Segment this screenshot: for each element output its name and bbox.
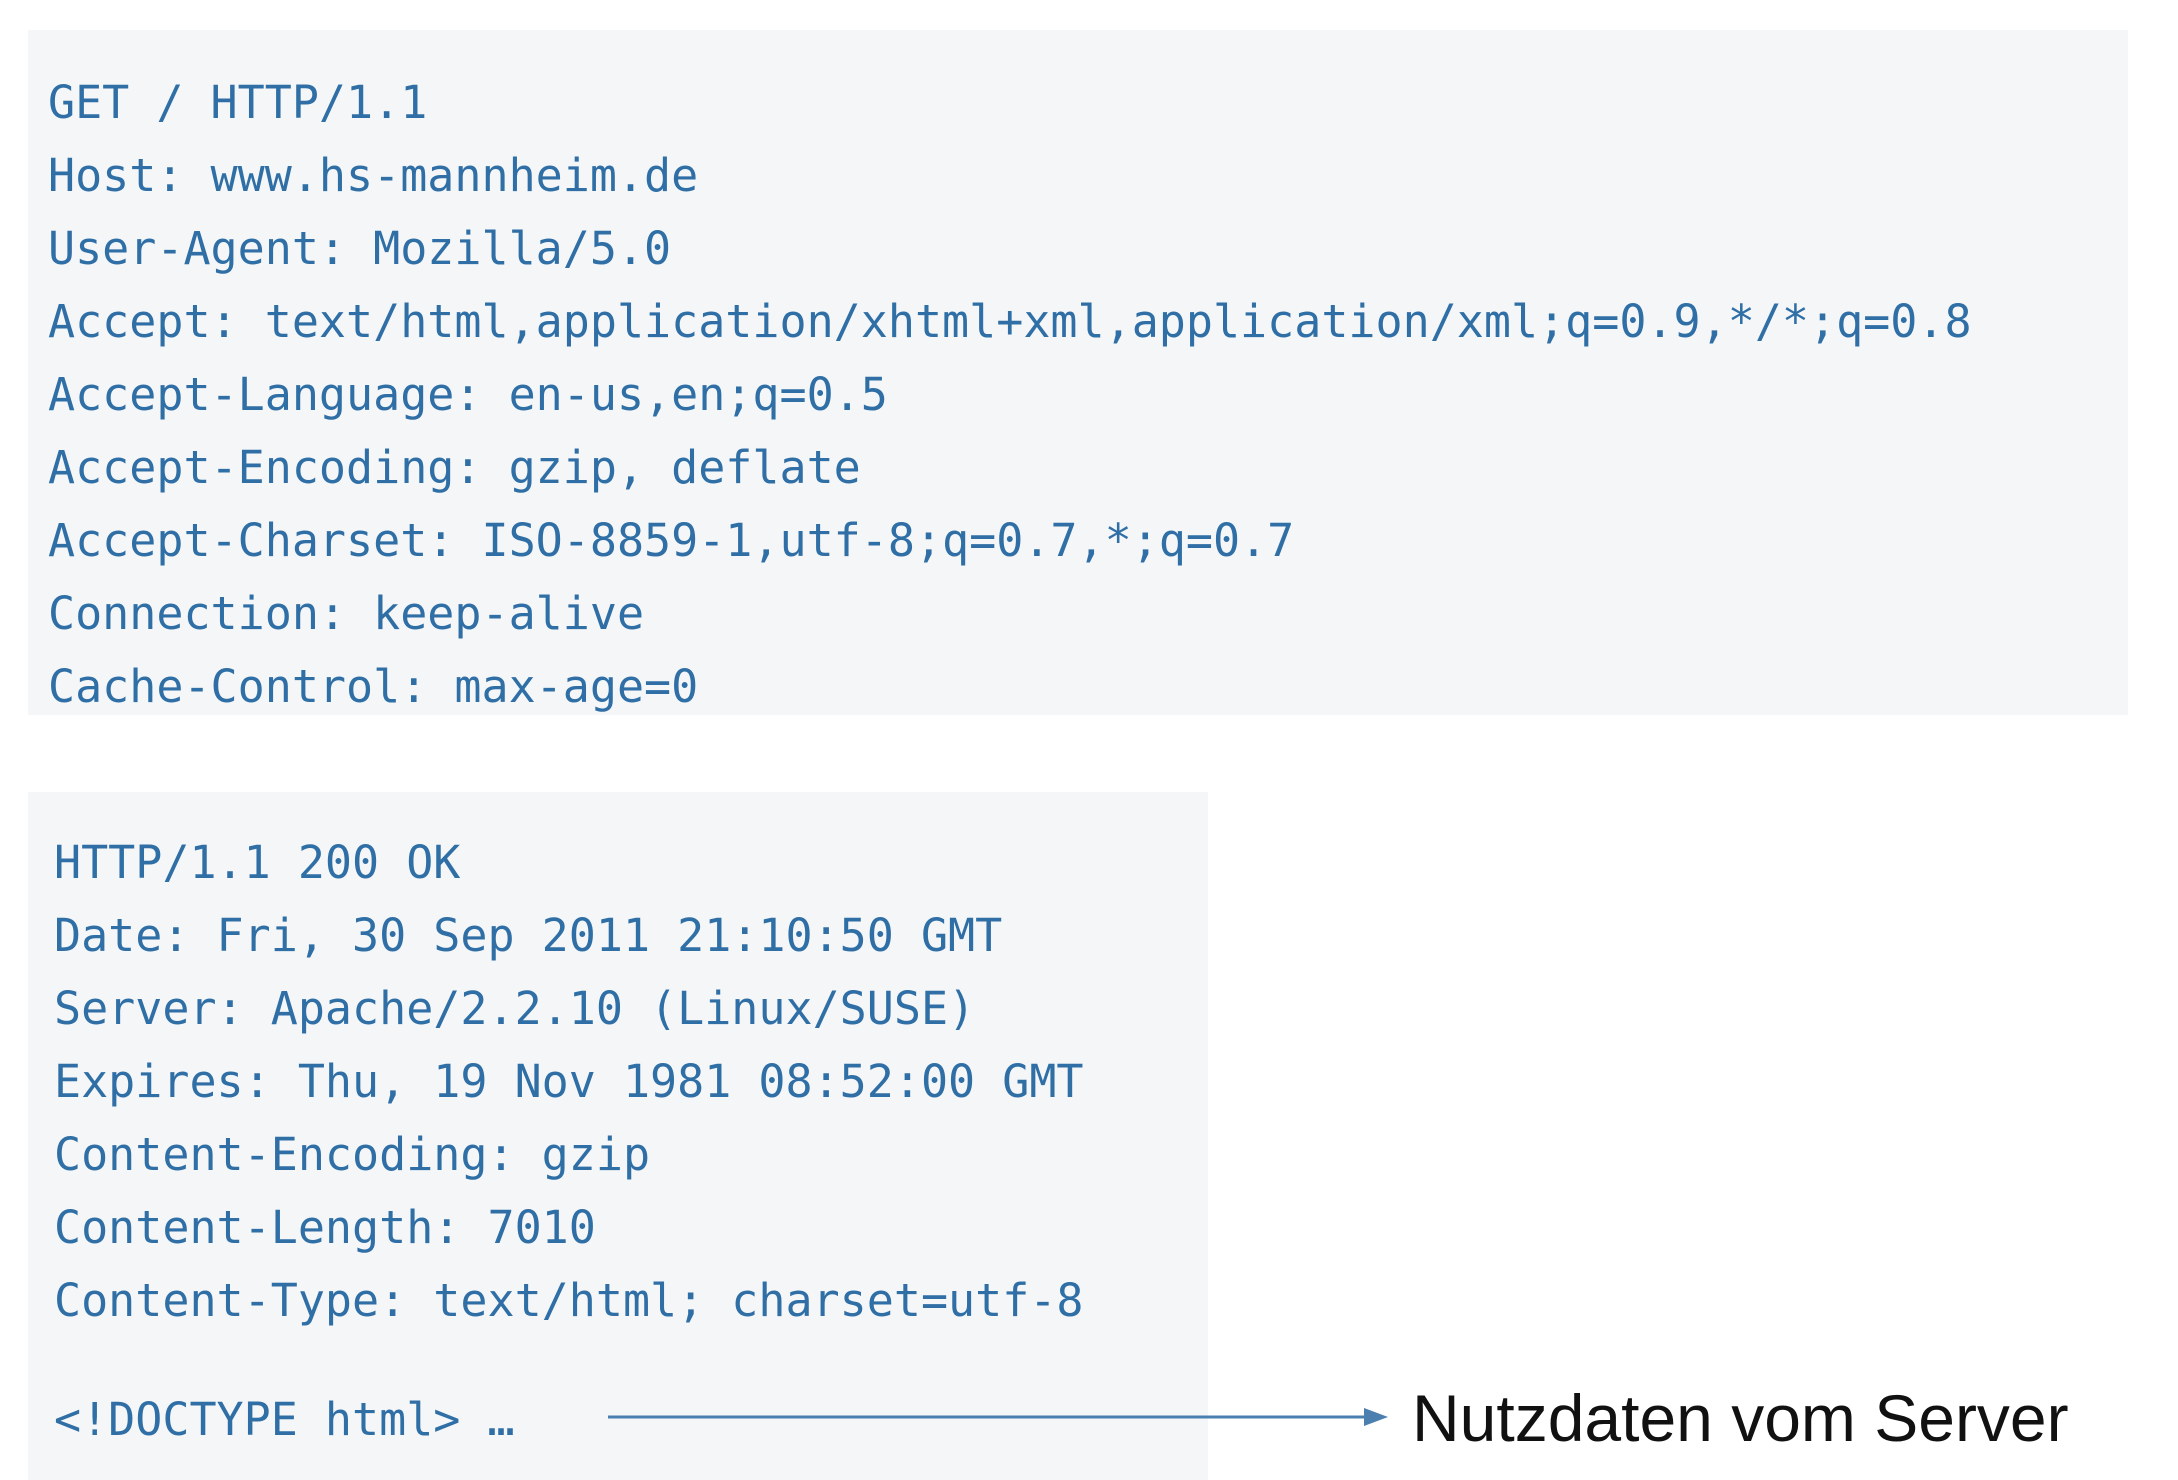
request-header-host: Host: www.hs-mannheim.de (48, 149, 699, 202)
response-body-preview: <!DOCTYPE html> … (54, 1393, 515, 1446)
response-header-date: Date: Fri, 30 Sep 2011 21:10:50 GMT (54, 909, 1003, 962)
request-line: GET / HTTP/1.1 (48, 76, 428, 129)
request-header-accept-language: Accept-Language: en-us,en;q=0.5 (48, 368, 888, 421)
response-header-content-encoding: Content-Encoding: gzip (54, 1128, 651, 1181)
response-body-row: <!DOCTYPE html> … (54, 1380, 515, 1460)
request-header-cache-control: Cache-Control: max-age=0 (48, 660, 699, 713)
payload-annotation-label: Nutzdaten vom Server (1412, 1381, 2069, 1455)
request-header-accept: Accept: text/html,application/xhtml+xml,… (48, 295, 1972, 348)
response-header-server: Server: Apache/2.2.10 (Linux/SUSE) (54, 982, 976, 1035)
http-response-block: HTTP/1.1 200 OK Date: Fri, 30 Sep 2011 2… (28, 792, 1208, 1480)
request-header-accept-encoding: Accept-Encoding: gzip, deflate (48, 441, 861, 494)
http-request-block: GET / HTTP/1.1 Host: www.hs-mannheim.de … (28, 30, 2128, 715)
request-header-accept-charset: Accept-Charset: ISO-8859-1,utf-8;q=0.7,*… (48, 514, 1295, 567)
response-status-line: HTTP/1.1 200 OK (54, 836, 461, 889)
arrow-right-icon (608, 1408, 1388, 1426)
response-header-content-type: Content-Type: text/html; charset=utf-8 (54, 1274, 1084, 1327)
response-header-expires: Expires: Thu, 19 Nov 1981 08:52:00 GMT (54, 1055, 1084, 1108)
request-header-connection: Connection: keep-alive (48, 587, 645, 640)
request-header-user-agent: User-Agent: Mozilla/5.0 (48, 222, 672, 275)
response-header-content-length: Content-Length: 7010 (54, 1201, 596, 1254)
